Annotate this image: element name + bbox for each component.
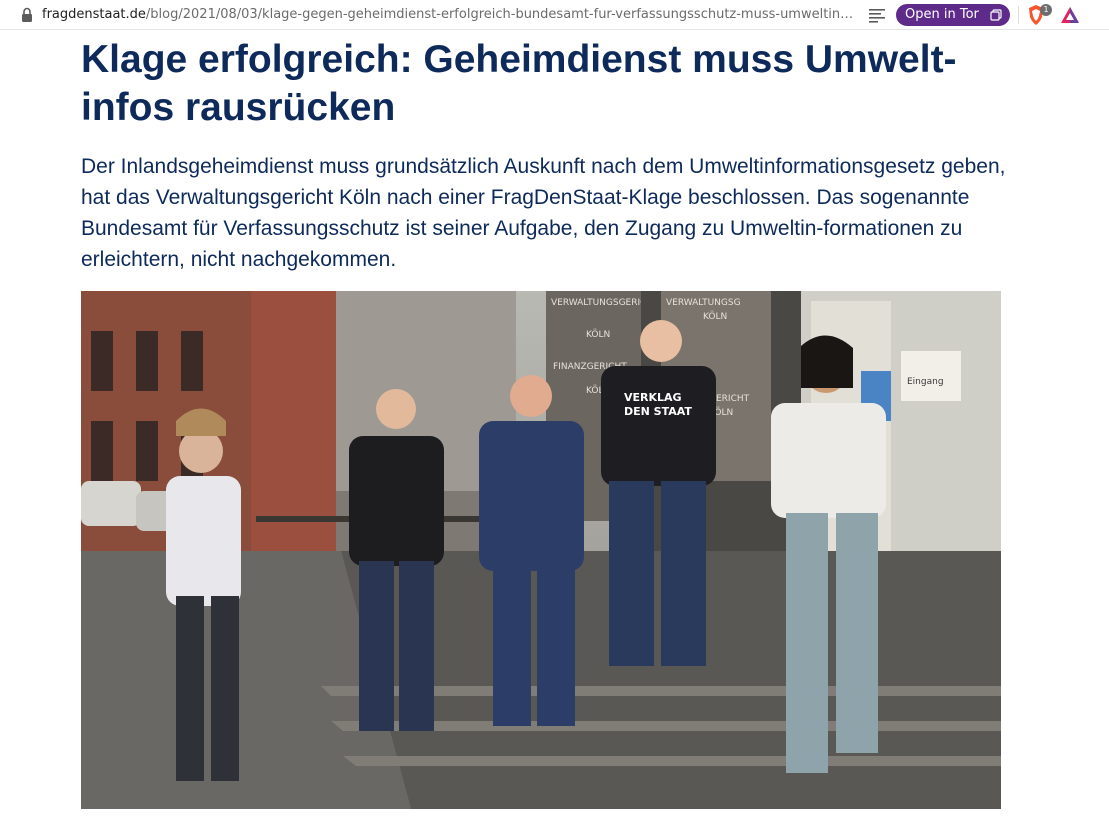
url-path: /blog/2021/08/03/klage-gegen-geheimdiens…: [145, 7, 857, 22]
right-sign-text-1: VERWALTUNGSG: [666, 298, 741, 308]
parked-car: [81, 481, 141, 526]
door-sign-text: Eingang: [907, 377, 944, 387]
article-lead: Der Inlandsgeheimdienst muss grundsätzli…: [81, 155, 1006, 271]
shirt-text-2: DEN STAAT: [624, 405, 692, 418]
brick-wall: [251, 291, 341, 551]
reader-mode-icon[interactable]: [868, 7, 886, 23]
court-sign-city-1: KÖLN: [586, 329, 610, 340]
address-bar[interactable]: fragdenstaat.de/blog/2021/08/03/klage-ge…: [42, 6, 857, 24]
brave-rewards-icon[interactable]: [1060, 5, 1080, 25]
shields-count-badge: 1: [1040, 4, 1052, 16]
open-in-tor-label: Open in Tor: [905, 7, 979, 22]
url-host: fragdenstaat.de: [42, 7, 146, 22]
browser-toolbar: fragdenstaat.de/blog/2021/08/03/klage-ge…: [0, 0, 1109, 30]
private-window-icon: [990, 9, 1002, 21]
article-photo: VERWALTUNGSGERICHT KÖLN FINANZGERICHT KÖ…: [81, 291, 1001, 809]
open-in-tor-button[interactable]: Open in Tor: [896, 4, 1010, 26]
shirt-text-1: VERKLAG: [624, 391, 682, 404]
right-sign-text-2: KÖLN: [703, 311, 727, 322]
article-title: Klage erfolgreich: Geheimdienst muss Umw…: [81, 38, 957, 129]
toolbar-divider: [1018, 6, 1019, 24]
lock-icon[interactable]: [20, 7, 34, 23]
